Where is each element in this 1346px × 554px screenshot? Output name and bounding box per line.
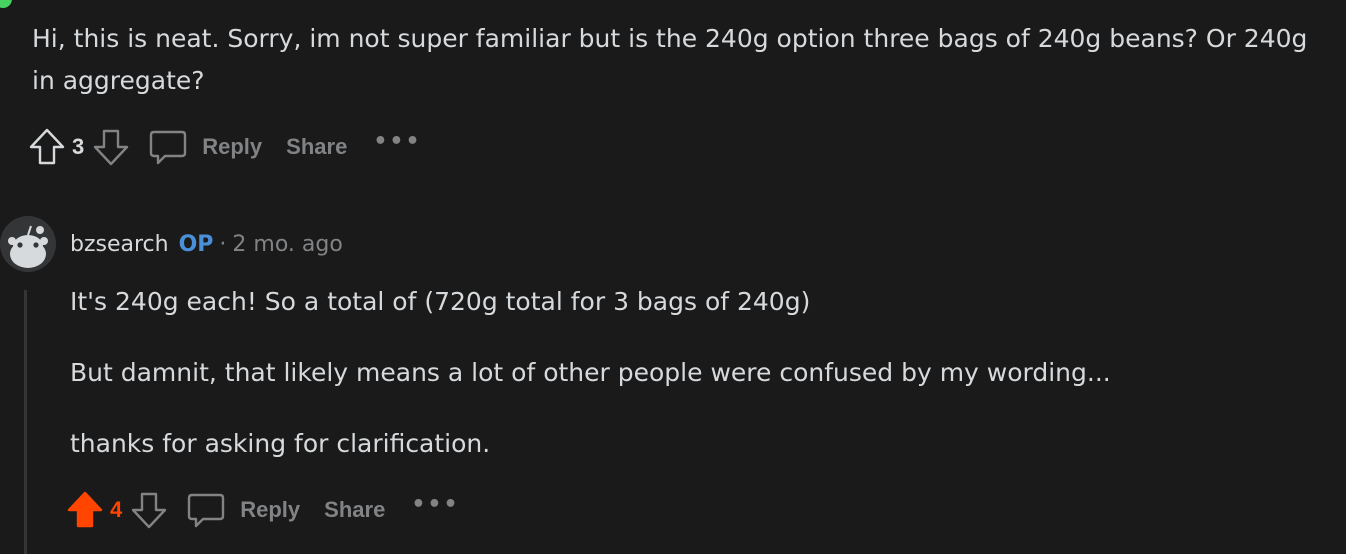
paragraph: thanks for asking for clarification. [70, 429, 491, 458]
timestamp[interactable]: 2 mo. ago [232, 232, 342, 257]
avatar[interactable] [0, 216, 56, 272]
upvote-filled-icon[interactable] [66, 490, 104, 530]
reply-comment-actions: 4 Reply Share ••• [66, 490, 460, 530]
paragraph: It's 240g each! So a total of (720g tota… [70, 287, 811, 316]
vote-count: 3 [72, 134, 85, 159]
more-icon[interactable]: ••• [411, 492, 459, 517]
comment-icon[interactable] [148, 127, 188, 167]
reply-comment-text: It's 240g each! So a total of (720g tota… [70, 282, 1320, 464]
parent-comment-text: Hi, this is neat. Sorry, im not super fa… [32, 24, 1308, 95]
comment-icon[interactable] [186, 490, 226, 530]
online-indicator [0, 0, 12, 8]
parent-comment-actions: 3 Reply Share ••• [28, 127, 422, 167]
vote-count: 4 [110, 497, 123, 522]
op-badge: OP [178, 232, 214, 257]
paragraph: But damnit, that likely means a lot of o… [70, 358, 1111, 387]
username[interactable]: bzsearch [70, 232, 169, 257]
more-icon[interactable]: ••• [373, 129, 421, 154]
reply-button[interactable]: Reply [240, 497, 300, 523]
upvote-icon[interactable] [28, 127, 66, 167]
meta-separator: · [219, 232, 227, 257]
downvote-icon[interactable] [130, 490, 168, 530]
downvote-icon[interactable] [92, 127, 130, 167]
avatar-snoo-icon [0, 216, 56, 272]
share-button[interactable]: Share [324, 497, 385, 523]
share-button[interactable]: Share [286, 134, 347, 160]
reply-button[interactable]: Reply [202, 134, 262, 160]
comment-meta: bzsearch OP · 2 mo. ago [70, 232, 343, 257]
thread-line[interactable] [24, 290, 27, 554]
